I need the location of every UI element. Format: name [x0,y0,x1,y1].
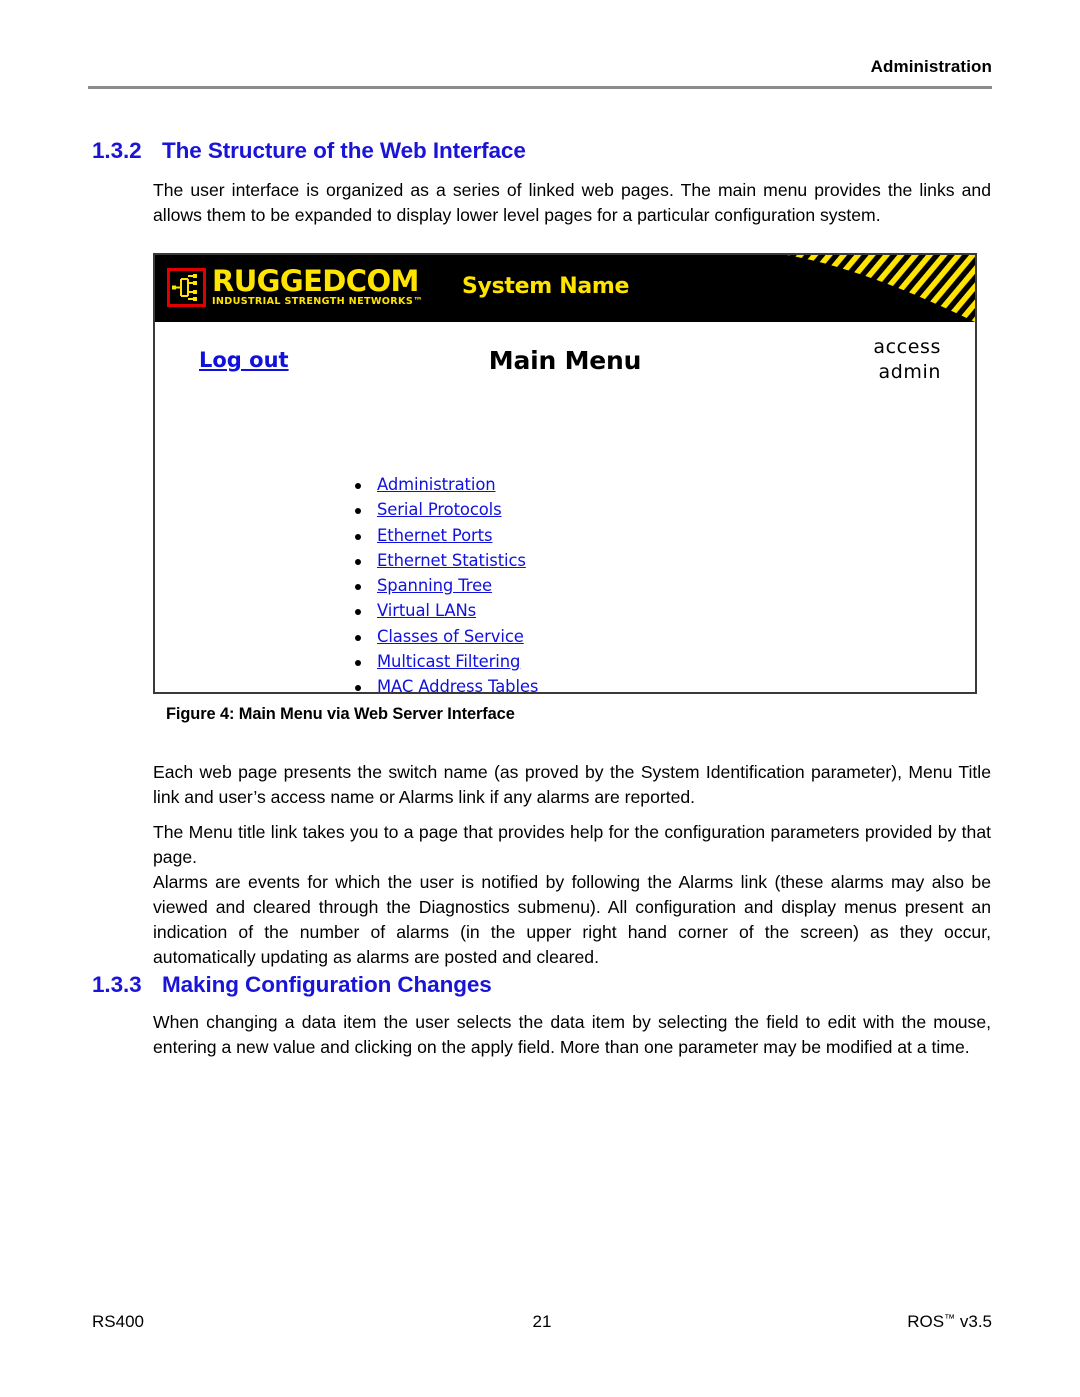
web-ui-toolbar: Log out Main Menu access admin [155,322,975,394]
web-ui-page-title[interactable]: Main Menu [155,346,975,375]
footer-page-number: 21 [532,1312,552,1331]
access-label: access [873,336,941,358]
paragraph-alarms: Alarms are events for which the user is … [153,872,991,967]
menu-link-administration[interactable]: Administration [377,475,496,494]
list-item[interactable]: Administration [351,472,538,497]
menu-link-serial-protocols[interactable]: Serial Protocols [377,500,502,519]
menu-link-ethernet-ports[interactable]: Ethernet Ports [377,526,493,545]
ruggedcom-tree-icon [167,268,206,307]
list-item[interactable]: Classes of Service [351,624,538,649]
menu-link-classes-of-service[interactable]: Classes of Service [377,627,524,646]
paragraph-config-changes: When changing a data item the user selec… [153,1012,991,1057]
menu-link-virtual-lans[interactable]: Virtual LANs [377,601,476,620]
figure-caption: Figure 4: Main Menu via Web Server Inter… [166,705,515,723]
section-heading-1-3-3: 1.3.3 Making Configuration Changes [92,972,492,998]
section-title: The Structure of the Web Interface [162,138,526,163]
footer-version: v3.5 [959,1312,992,1331]
menu-link-ethernet-statistics[interactable]: Ethernet Statistics [377,551,526,570]
list-item[interactable]: Ethernet Statistics [351,548,538,573]
paragraph-each-web-page: Each web page presents the switch name (… [153,762,991,807]
menu-link-mac-address-tables[interactable]: MAC Address Tables [377,677,538,692]
list-item[interactable]: Virtual LANs [351,598,538,623]
page-footer: RS400 21 ROS™ v3.5 [92,1312,992,1336]
figure-web-interface-screenshot: RUGGEDCOM INDUSTRIAL STRENGTH NETWORKS™ … [153,253,977,694]
list-item[interactable]: Multicast Filtering [351,649,538,674]
section-heading-1-3-2: 1.3.2 The Structure of the Web Interface [92,138,526,164]
footer-product-name: ROS [907,1312,945,1331]
footer-product-version: ROS™ v3.5 [907,1312,992,1332]
header-rule [88,86,992,89]
running-header-chapter-label: Administration [870,57,992,76]
list-item[interactable]: Ethernet Ports [351,523,538,548]
menu-link-spanning-tree[interactable]: Spanning Tree [377,576,492,595]
diagonal-hazard-stripes-icon [725,255,975,322]
section-title: Making Configuration Changes [162,972,492,997]
main-menu-list: Administration Serial Protocols Ethernet… [351,472,538,692]
paragraph-intro: The user interface is organized as a ser… [153,180,991,225]
logo-wordmark: RUGGEDCOM [212,264,419,298]
access-info: access admin [873,335,941,385]
list-item[interactable]: MAC Address Tables [351,674,538,692]
logo-tagline: INDUSTRIAL STRENGTH NETWORKS™ [212,296,424,307]
web-ui-body: Log out Main Menu access admin Administr… [155,322,975,692]
section-number: 1.3.3 [92,972,142,997]
page-running-header: Administration [88,56,992,90]
section-number: 1.3.2 [92,138,142,163]
paragraph-menu-title-link: The Menu title link takes you to a page … [153,822,991,867]
list-item[interactable]: Serial Protocols [351,497,538,522]
web-ui-banner: RUGGEDCOM INDUSTRIAL STRENGTH NETWORKS™ … [155,255,975,322]
access-username: admin [878,361,941,383]
menu-link-multicast-filtering[interactable]: Multicast Filtering [377,652,520,671]
trademark-icon: ™ [944,1313,956,1325]
ruggedcom-logo: RUGGEDCOM INDUSTRIAL STRENGTH NETWORKS™ [167,264,424,308]
system-name-label: System Name [462,274,630,299]
list-item[interactable]: Spanning Tree [351,573,538,598]
